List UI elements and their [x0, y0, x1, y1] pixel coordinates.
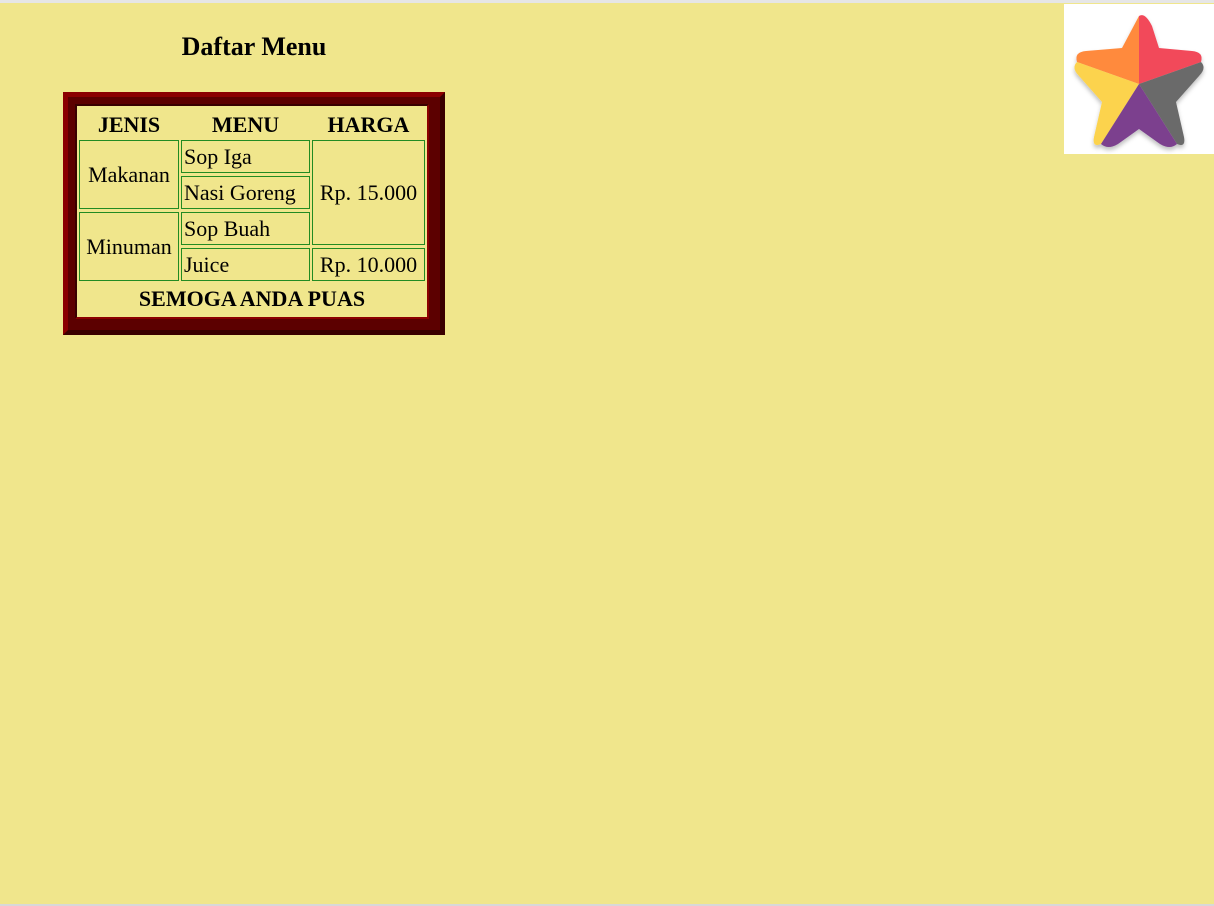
menu-table: JENIS MENU HARGA Makanan Sop Iga Nasi Go… — [75, 104, 429, 319]
price-cell: Rp. 15.000 — [312, 140, 425, 245]
menu-item-sop-iga: Sop Iga — [181, 140, 310, 173]
menu-item-nasi-goreng: Nasi Goreng — [181, 176, 310, 209]
jenis-minuman: Minuman — [79, 212, 179, 281]
header-menu: MENU — [211, 112, 280, 137]
jenis-makanan: Makanan — [79, 140, 179, 209]
top-edge — [0, 0, 1214, 3]
menu-item-sop-buah: Sop Buah — [181, 212, 310, 245]
price-cell: Rp. 10.000 — [312, 248, 425, 281]
star-logo-icon — [1074, 15, 1204, 147]
menu-table-frame: JENIS MENU HARGA Makanan Sop Iga Nasi Go… — [63, 92, 445, 335]
header-jenis: JENIS — [97, 112, 161, 137]
logo-box — [1064, 4, 1214, 154]
menu-item-juice: Juice — [181, 248, 310, 281]
page-title: Daftar Menu — [181, 32, 327, 61]
table-footer: SEMOGA ANDA PUAS — [138, 286, 366, 311]
header-harga: HARGA — [327, 112, 410, 137]
